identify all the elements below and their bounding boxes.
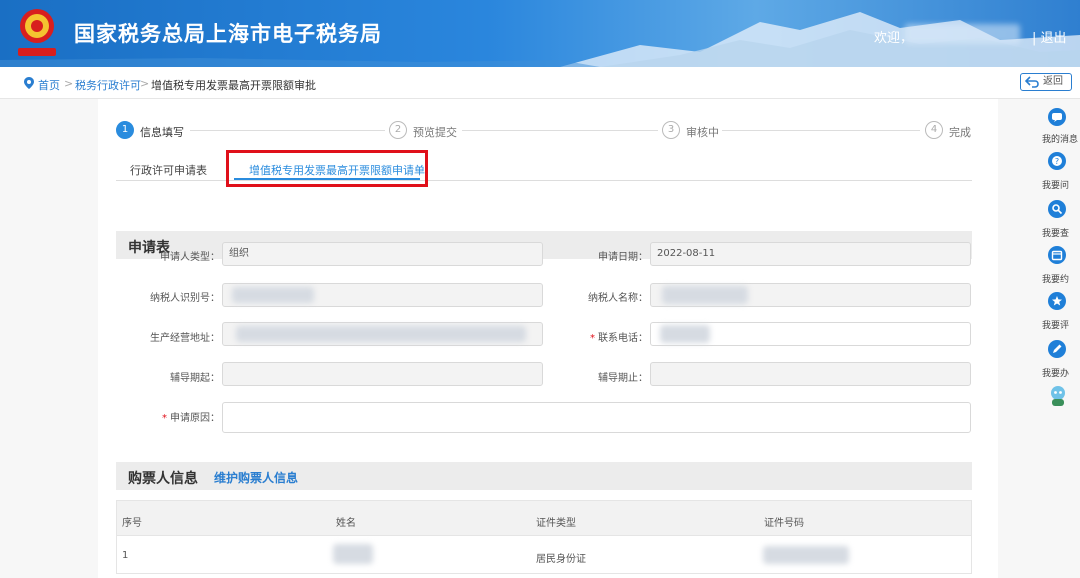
address-redacted bbox=[236, 326, 526, 342]
rate-icon[interactable] bbox=[1048, 292, 1066, 310]
sidebar-item-ask[interactable]: 我要问 bbox=[1042, 178, 1080, 191]
apply-date-field: 2022-08-11 bbox=[650, 242, 971, 266]
applicant-type-field: 组织 bbox=[222, 242, 543, 266]
logout-link[interactable]: | 退出 bbox=[1032, 27, 1067, 46]
step-4-label: 完成 bbox=[949, 126, 971, 139]
step-3-circle: 3 bbox=[662, 121, 680, 139]
cell-no: 1 bbox=[122, 550, 129, 561]
highlight-annotation-box bbox=[226, 150, 428, 187]
step-connector bbox=[190, 130, 385, 131]
phone-label-text: 联系电话： bbox=[598, 333, 648, 344]
top-header: 国家税务总局上海市电子税务局 欢迎， | 退出 bbox=[0, 0, 1080, 67]
taxpayer-id-label: 纳税人识别号： bbox=[150, 293, 220, 304]
message-icon[interactable] bbox=[1048, 108, 1066, 126]
mascot-assistant-icon[interactable] bbox=[1047, 384, 1069, 410]
back-button-label: 返回 bbox=[1043, 76, 1063, 87]
apply-date-label: 申请日期： bbox=[598, 252, 648, 263]
buyer-table-header: 序号 姓名 证件类型 证件号码 bbox=[116, 500, 972, 536]
reason-textarea[interactable] bbox=[222, 402, 971, 433]
username-redacted bbox=[905, 24, 1020, 44]
breadcrumb-separator: > bbox=[64, 77, 74, 90]
taxpayer-name-label: 纳税人名称： bbox=[588, 293, 648, 304]
guide-start-label: 辅导期起： bbox=[170, 373, 220, 384]
search-icon[interactable] bbox=[1048, 200, 1066, 218]
sidebar-item-evaluate[interactable]: 我要评 bbox=[1042, 318, 1080, 331]
buyer-section-title: 购票人信息 bbox=[128, 471, 198, 487]
calendar-icon[interactable] bbox=[1048, 246, 1066, 264]
back-button[interactable]: 返回 bbox=[1020, 73, 1072, 91]
maintain-buyer-link[interactable]: 维护购票人信息 bbox=[214, 469, 298, 486]
question-icon[interactable]: ? bbox=[1048, 152, 1066, 170]
sidebar-item-message[interactable]: 我的消息 bbox=[1042, 132, 1080, 145]
tax-emblem-logo bbox=[14, 6, 60, 60]
step-4-circle: 4 bbox=[925, 121, 943, 139]
cell-id-type: 居民身份证 bbox=[536, 554, 586, 565]
step-2-circle: 2 bbox=[389, 121, 407, 139]
right-quick-sidebar: 我的消息 ? 我要问 我要查 我要约 我要评 我要办 bbox=[1038, 108, 1080, 428]
edit-icon[interactable] bbox=[1048, 340, 1066, 358]
required-mark: * bbox=[162, 413, 167, 424]
buyer-section-header: 购票人信息 维护购票人信息 bbox=[116, 462, 972, 490]
sidebar-item-query[interactable]: 我要查 bbox=[1042, 226, 1080, 239]
applicant-type-label: 申请人类型： bbox=[160, 252, 220, 263]
table-row[interactable]: 1 居民身份证 bbox=[116, 536, 972, 574]
taxpayer-name-redacted bbox=[662, 286, 748, 304]
phone-redacted bbox=[660, 325, 710, 343]
sidebar-item-appointment[interactable]: 我要约 bbox=[1042, 272, 1080, 285]
sidebar-item-handle[interactable]: 我要办 bbox=[1042, 366, 1080, 379]
step-connector bbox=[722, 130, 920, 131]
column-header-name: 姓名 bbox=[336, 518, 356, 529]
breadcrumb: 首页 > 税务行政许可 > 增值税专用发票最高开票限额审批 返回 bbox=[0, 67, 1080, 99]
column-header-id-type: 证件类型 bbox=[536, 518, 576, 529]
breadcrumb-admin-license[interactable]: 税务行政许可 bbox=[75, 77, 141, 93]
site-title: 国家税务总局上海市电子税务局 bbox=[74, 22, 382, 46]
address-label: 生产经营地址： bbox=[150, 333, 220, 344]
breadcrumb-separator: > bbox=[140, 77, 150, 90]
location-pin-icon bbox=[24, 77, 34, 89]
required-mark: * bbox=[590, 333, 595, 344]
reason-label: * 申请原因： bbox=[100, 409, 220, 424]
step-2-label: 预览提交 bbox=[413, 126, 457, 139]
guide-start-field bbox=[222, 362, 543, 386]
breadcrumb-current: 增值税专用发票最高开票限额审批 bbox=[151, 79, 316, 92]
guide-end-field bbox=[650, 362, 971, 386]
buyer-name-redacted bbox=[333, 544, 373, 564]
column-header-id-number: 证件号码 bbox=[764, 518, 804, 529]
step-1-label: 信息填写 bbox=[140, 126, 184, 139]
step-3-label: 审核中 bbox=[686, 126, 719, 139]
back-arrow-icon bbox=[1025, 76, 1039, 88]
taxpayer-id-redacted bbox=[232, 287, 314, 303]
column-header-no: 序号 bbox=[122, 518, 142, 529]
reason-label-text: 申请原因： bbox=[170, 413, 220, 424]
guide-end-label: 辅导期止： bbox=[598, 373, 648, 384]
step-1-circle: 1 bbox=[116, 121, 134, 139]
svg-text:?: ? bbox=[1055, 157, 1059, 166]
phone-label: * 联系电话： bbox=[528, 329, 648, 344]
tab-admin-license-form[interactable]: 行政许可申请表 bbox=[130, 162, 207, 178]
id-number-redacted bbox=[763, 546, 849, 564]
breadcrumb-home[interactable]: 首页 bbox=[38, 77, 60, 93]
step-connector bbox=[462, 130, 658, 131]
